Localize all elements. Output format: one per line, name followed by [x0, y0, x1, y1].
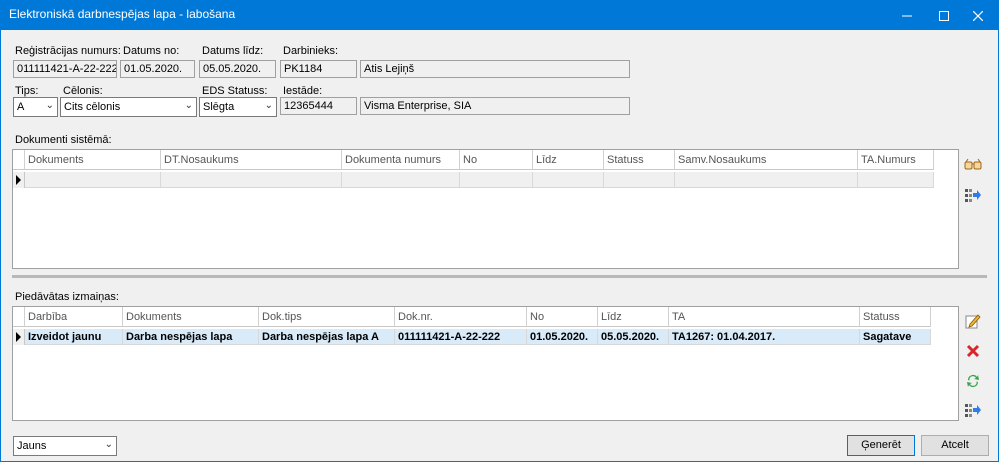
chevron-down-icon: ⌄ [264, 100, 273, 111]
type-select[interactable]: A ⌄ [13, 97, 58, 117]
changes-cell: TA1267: 01.04.2017. [669, 329, 860, 345]
type-label: Tips: [15, 85, 39, 97]
changes-col-header[interactable]: Darbība [25, 307, 123, 327]
changes-cell: Darba nespējas lapa A [259, 329, 395, 345]
institution-name-field: Visma Enterprise, SIA [360, 97, 630, 115]
glasses-icon [964, 158, 982, 170]
edit-button[interactable] [964, 312, 982, 330]
export-icon [965, 404, 981, 417]
reg-number-field[interactable]: 011111421-A-22-222 [13, 60, 117, 78]
docs-col-header[interactable]: No [460, 150, 533, 170]
docs-grid[interactable]: Dokuments DT.Nosaukums Dokumenta numurs … [12, 149, 959, 269]
docs-col-header[interactable]: Dokumenta numurs [342, 150, 460, 170]
changes-cell: Darba nespējas lapa [123, 329, 259, 345]
close-button[interactable] [958, 1, 998, 30]
window-title: Elektroniskā darbnespējas lapa - labošan… [9, 7, 236, 21]
docs-col-header[interactable]: Dokuments [25, 150, 161, 170]
employee-name-field: Atis Lejiņš [360, 60, 630, 78]
cause-select-value: Cits cēlonis [64, 101, 121, 113]
table-row[interactable]: Izveidot jaunu Darba nespējas lapa Darba… [13, 329, 931, 345]
chevron-down-icon: ⌄ [104, 439, 113, 450]
cancel-button[interactable]: Atcelt [921, 435, 989, 456]
changes-col-header[interactable]: No [527, 307, 598, 327]
docs-col-header[interactable]: Statuss [604, 150, 675, 170]
docs-col-header[interactable]: TA.Numurs [858, 150, 934, 170]
employee-code-field[interactable]: PK1184 [280, 60, 357, 78]
changes-col-header[interactable]: Līdz [598, 307, 669, 327]
delete-button[interactable] [964, 342, 982, 360]
docs-col-header[interactable]: Līdz [533, 150, 604, 170]
changes-grid[interactable]: Darbība Dokuments Dok.tips Dok.nr. No Lī… [12, 306, 959, 421]
view-button[interactable] [964, 156, 982, 174]
chevron-down-icon: ⌄ [184, 100, 193, 111]
dialog-window: Elektroniskā darbnespējas lapa - labošan… [0, 0, 999, 462]
institution-label: Iestāde: [283, 85, 323, 97]
minimize-icon [902, 15, 912, 16]
docs-col-header[interactable]: Samv.Nosaukums [675, 150, 858, 170]
changes-cell: Sagatave [860, 329, 931, 345]
date-to-label: Datums līdz: [202, 45, 264, 57]
maximize-icon [939, 10, 949, 21]
chevron-down-icon: ⌄ [45, 100, 54, 111]
docs-col-header[interactable]: DT.Nosaukums [161, 150, 342, 170]
date-to-field[interactable]: 05.05.2020. [199, 60, 276, 78]
export-docs-button[interactable] [964, 186, 982, 204]
docs-grid-header: Dokuments DT.Nosaukums Dokumenta numurs … [13, 150, 934, 170]
date-from-label: Datums no: [123, 45, 180, 57]
changes-col-header[interactable]: Dok.tips [259, 307, 395, 327]
title-bar: Elektroniskā darbnespējas lapa - labošan… [1, 1, 998, 30]
cause-label: Cēlonis: [63, 85, 103, 97]
eds-status-select[interactable]: Slēgta ⌄ [199, 97, 277, 117]
changes-cell: Izveidot jaunu [25, 329, 123, 345]
row-indicator [13, 329, 25, 345]
minimize-button[interactable] [887, 1, 927, 30]
table-row[interactable] [13, 172, 934, 188]
record-status-select[interactable]: Jauns ⌄ [13, 436, 117, 456]
changes-section-label: Piedāvātas izmaiņas: [15, 291, 119, 303]
date-from-field[interactable]: 01.05.2020. [120, 60, 195, 78]
record-status-value: Jauns [17, 440, 47, 452]
changes-grid-header: Darbība Dokuments Dok.tips Dok.nr. No Lī… [13, 307, 931, 327]
refresh-icon [967, 375, 979, 387]
employee-label: Darbinieks: [283, 45, 339, 57]
section-splitter[interactable] [12, 275, 987, 278]
changes-col-header[interactable]: Dok.nr. [395, 307, 527, 327]
export-icon [965, 189, 981, 202]
cause-select[interactable]: Cits cēlonis ⌄ [60, 97, 197, 117]
changes-cell: 05.05.2020. [598, 329, 669, 345]
refresh-button[interactable] [964, 372, 982, 390]
generate-button[interactable]: Ģenerēt [847, 435, 915, 456]
pencil-icon [965, 314, 981, 329]
eds-status-label: EDS Statuss: [202, 85, 268, 97]
type-select-value: A [17, 101, 25, 113]
changes-col-header[interactable]: TA [669, 307, 860, 327]
changes-col-header[interactable]: Statuss [860, 307, 931, 327]
institution-code-field[interactable]: 12365444 [280, 97, 357, 115]
close-icon [973, 10, 983, 21]
export-changes-button[interactable] [964, 401, 982, 419]
row-indicator [13, 172, 25, 188]
reg-number-label: Reģistrācijas numurs: [15, 45, 121, 57]
changes-cell: 011111421-A-22-222 [395, 329, 527, 345]
changes-col-header[interactable]: Dokuments [123, 307, 259, 327]
changes-cell: 01.05.2020. [527, 329, 598, 345]
delete-icon [966, 344, 980, 358]
docs-section-label: Dokumenti sistēmā: [15, 134, 112, 146]
eds-status-select-value: Slēgta [203, 101, 235, 113]
